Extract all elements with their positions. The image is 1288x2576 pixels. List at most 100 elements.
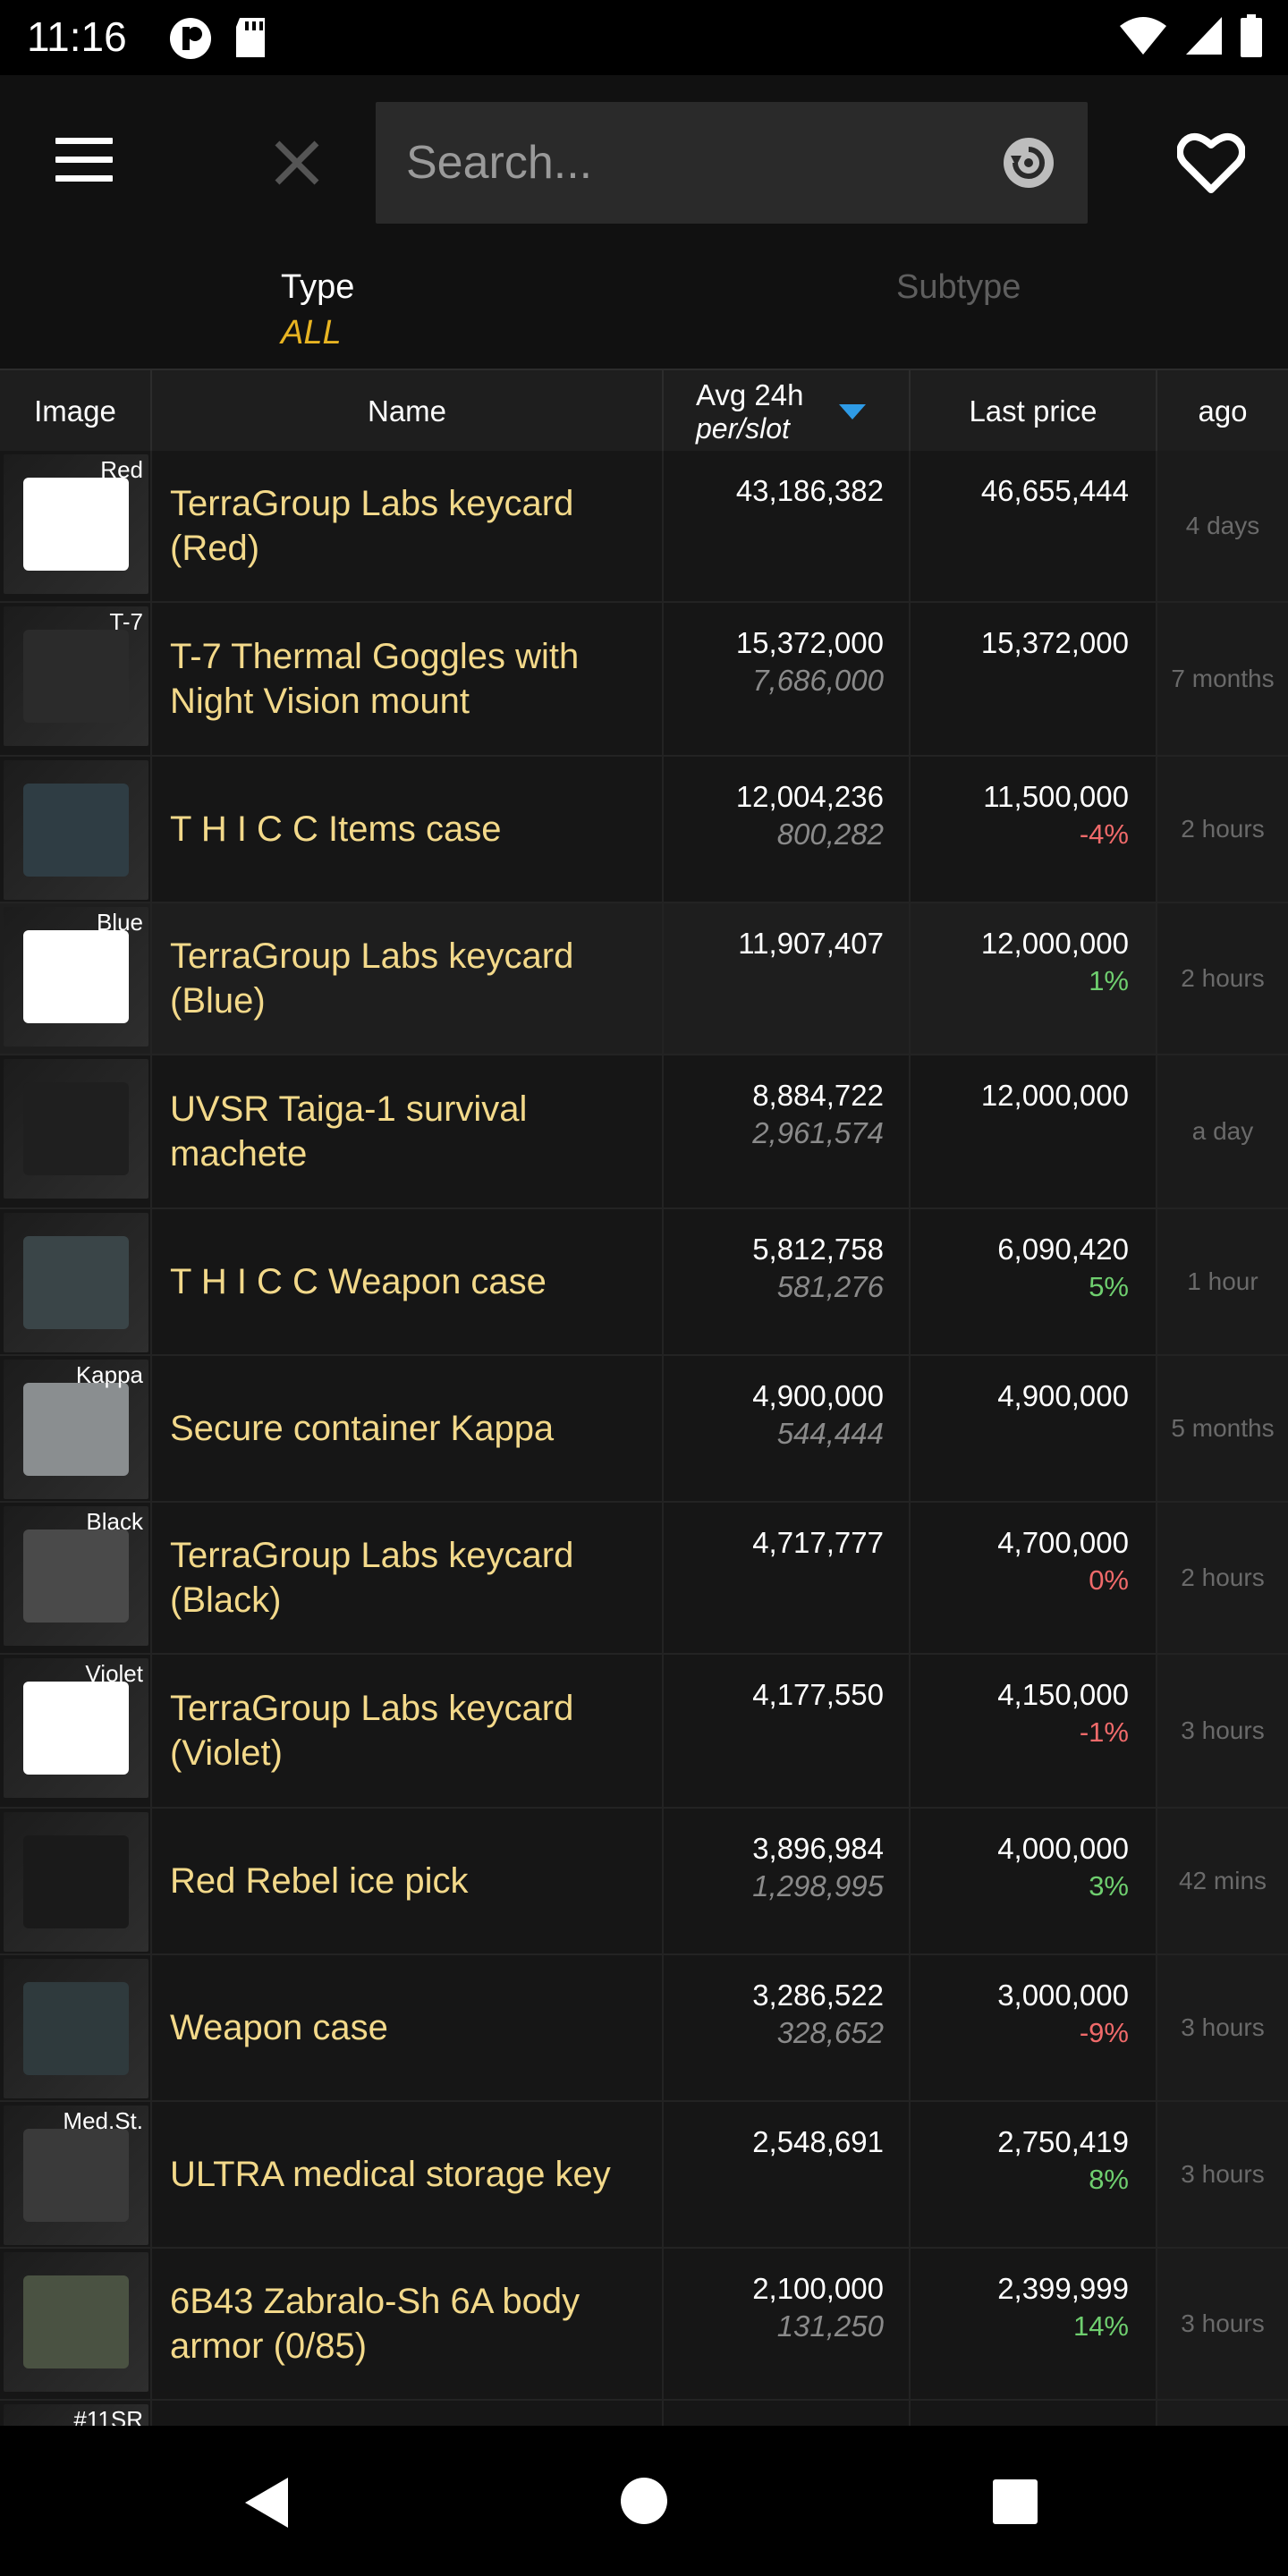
menu-button[interactable]: [55, 138, 118, 188]
item-thumbnail: Med.St.: [4, 2106, 148, 2245]
table-row[interactable]: T H I C C Weapon case 5,812,758 581,276 6,0…: [0, 1209, 1288, 1356]
item-avg-price: 43,186,382: [735, 474, 884, 507]
table-row[interactable]: T H I C C Items case 12,004,236 800,282 11,…: [0, 757, 1288, 903]
item-avg-cell: 3,896,984 1,298,995: [664, 1809, 911, 1953]
table-row[interactable]: #11SR: [0, 2401, 1288, 2426]
item-thumbnail-shape: [23, 1236, 129, 1329]
clear-search-button[interactable]: [268, 134, 326, 191]
item-avg-cell: 4,177,550: [664, 1655, 911, 1807]
item-avg-price: 3,286,522: [752, 1979, 884, 2012]
item-thumbnail: Kappa: [4, 1360, 148, 1499]
item-image-cell: T-7: [0, 603, 152, 755]
search-input[interactable]: [406, 102, 979, 224]
item-thumbnail: [4, 1059, 148, 1199]
item-last-cell: 4,000,000 3%: [911, 1809, 1157, 1953]
items-table: Red TerraGroup Labs keycard (Red) 43,186,3…: [0, 451, 1288, 2426]
favorites-button[interactable]: [1176, 131, 1246, 195]
item-thumbnail-shape: [23, 930, 129, 1023]
item-thumbnail-shape: [23, 784, 129, 877]
item-price-change: -9%: [1079, 2017, 1129, 2048]
home-icon[interactable]: [621, 2478, 667, 2524]
item-name: 6B43 Zabralo-Sh 6A body armor (0/85): [152, 2249, 664, 2399]
type-filter[interactable]: Type ALL: [281, 268, 354, 352]
filter-bar: Type ALL Subtype: [0, 250, 1288, 369]
item-avg-cell: 4,900,000 544,444: [664, 1356, 911, 1501]
signal-icon: [1186, 17, 1222, 55]
table-row[interactable]: Kappa Secure container Kappa 4,900,000 544,…: [0, 1356, 1288, 1503]
item-image-cell: [0, 1055, 152, 1208]
table-row[interactable]: Black TerraGroup Labs keycard (Black) 4,71…: [0, 1503, 1288, 1655]
item-last-price: 4,000,000: [997, 1832, 1129, 1865]
item-thumbnail-label: Med.St.: [63, 2107, 143, 2134]
item-updated-ago: 7 months: [1157, 603, 1288, 755]
item-price-change: 5%: [1089, 1271, 1129, 1302]
item-updated-ago: 1 hour: [1157, 1209, 1288, 1354]
item-name: ULTRA medical storage key: [152, 2102, 664, 2247]
item-avg-price: 2,548,691: [752, 2125, 884, 2158]
item-name: T-7 Thermal Goggles with Night Vision mo…: [152, 603, 664, 755]
item-last-cell: 12,000,000: [911, 1055, 1157, 1208]
item-last-cell: [911, 2401, 1157, 2426]
navigation-bar: [0, 2426, 1288, 2576]
item-last-price: 2,750,419: [997, 2125, 1129, 2158]
search-reset-button[interactable]: [1002, 136, 1055, 190]
type-filter-label: Type: [281, 268, 355, 306]
item-image-cell: [0, 2249, 152, 2399]
column-name[interactable]: Name: [152, 370, 664, 453]
item-name: TerraGroup Labs keycard (Red): [152, 451, 664, 601]
item-avg-cell: 4,717,777: [664, 1503, 911, 1653]
item-updated-ago: 3 hours: [1157, 1955, 1288, 2100]
item-thumbnail: [4, 2252, 148, 2392]
item-last-cell: 2,399,999 14%: [911, 2249, 1157, 2399]
item-last-price: 2,399,999: [997, 2272, 1129, 2305]
item-image-cell: Red: [0, 451, 152, 601]
table-row[interactable]: Red TerraGroup Labs keycard (Red) 43,186,3…: [0, 451, 1288, 603]
item-last-cell: 15,372,000: [911, 603, 1157, 755]
item-name: Weapon case: [152, 1955, 664, 2100]
battery-icon: [1241, 14, 1262, 57]
item-thumbnail-shape: [23, 1082, 129, 1175]
item-image-cell: #11SR: [0, 2401, 152, 2426]
table-row[interactable]: Red Rebel ice pick 3,896,984 1,298,995 4,00…: [0, 1809, 1288, 1955]
item-last-price: 6,090,420: [997, 1233, 1129, 1266]
table-row[interactable]: Weapon case 3,286,522 328,652 3,000,000 -9% 3…: [0, 1955, 1288, 2102]
subtype-filter[interactable]: Subtype: [896, 268, 1021, 307]
table-row[interactable]: 6B43 Zabralo-Sh 6A body armor (0/85) 2,10…: [0, 2249, 1288, 2401]
item-price-change: 1%: [1089, 965, 1129, 996]
item-name: TerraGroup Labs keycard (Violet): [152, 1655, 664, 1807]
table-row[interactable]: Med.St. ULTRA medical storage key 2,548,69…: [0, 2102, 1288, 2249]
item-price-change: -4%: [1079, 818, 1129, 850]
item-per-slot-price: 800,282: [776, 818, 884, 851]
recents-icon[interactable]: [993, 2479, 1038, 2524]
item-image-cell: Black: [0, 1503, 152, 1653]
item-avg-cell: 2,100,000 131,250: [664, 2249, 911, 2399]
item-image-cell: [0, 757, 152, 902]
app-notification-icon: [170, 18, 211, 59]
item-thumbnail-shape: [23, 478, 129, 571]
item-updated-ago: 4 days: [1157, 451, 1288, 601]
table-row[interactable]: T-7 T-7 Thermal Goggles with Night Vision…: [0, 603, 1288, 757]
item-avg-price: 11,907,407: [738, 927, 884, 960]
heart-icon: [1176, 132, 1246, 193]
item-thumbnail: Black: [4, 1506, 148, 1646]
column-last-price[interactable]: Last price: [911, 370, 1157, 453]
item-thumbnail-label: #11SR: [73, 2406, 143, 2426]
item-last-price: 12,000,000: [980, 1079, 1129, 1112]
item-image-cell: [0, 1809, 152, 1953]
column-ago[interactable]: ago: [1157, 370, 1288, 453]
item-per-slot-price: 131,250: [776, 2309, 884, 2343]
item-thumbnail-label: Black: [86, 1508, 143, 1535]
column-avg-24h[interactable]: Avg 24h per/slot: [664, 370, 911, 453]
table-row[interactable]: Blue TerraGroup Labs keycard (Blue) 11,907…: [0, 903, 1288, 1055]
item-name: T H I C C Weapon case: [152, 1209, 664, 1354]
nav-back-button[interactable]: [242, 2476, 290, 2534]
table-row[interactable]: UVSR Taiga-1 survival machete 8,884,722 2,…: [0, 1055, 1288, 1209]
type-filter-value: ALL: [281, 314, 342, 352]
item-updated-ago: 2 hours: [1157, 903, 1288, 1054]
item-thumbnail: [4, 760, 148, 900]
table-row[interactable]: Violet TerraGroup Labs keycard (Violet) 4,…: [0, 1655, 1288, 1809]
item-per-slot-price: 581,276: [776, 1270, 884, 1303]
item-thumbnail-label: Blue: [96, 909, 143, 936]
sd-card-icon: [236, 18, 265, 57]
column-image[interactable]: Image: [0, 370, 152, 453]
